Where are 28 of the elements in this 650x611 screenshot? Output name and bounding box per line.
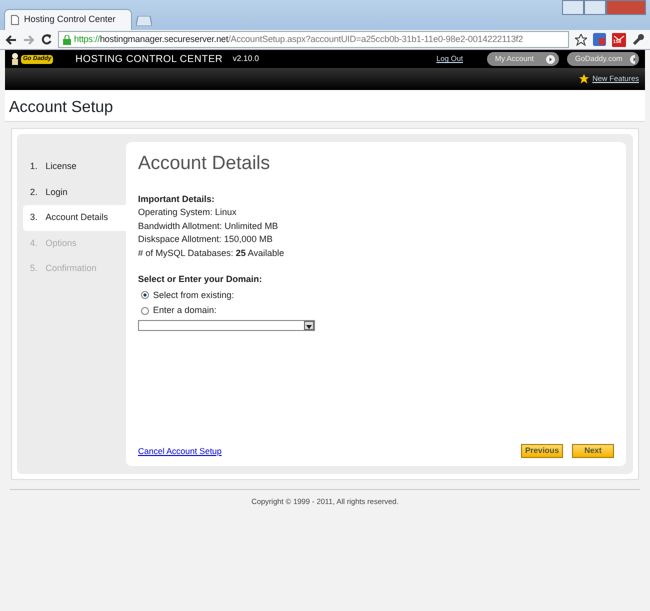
browser-tab[interactable]: Hosting Control Center xyxy=(4,9,132,30)
step-label: Confirmation xyxy=(46,262,97,275)
radio-label: Select from existing: xyxy=(153,288,234,302)
radio-label: Enter a domain: xyxy=(153,304,217,317)
detail-line: # of MySQL Databases: 25 Available xyxy=(138,246,286,260)
address-bar[interactable]: https://hostingmanager.secureserver.net/AccountSetup.aspx?accountUID=a25ccb0b-31b1-11e0-98e2-0014222113f2 xyxy=(58,31,569,48)
detail-line: Diskspace Allotment: 150,000 MB xyxy=(138,233,274,246)
cancel-link[interactable]: Cancel Account Setup xyxy=(138,444,222,458)
detail-line: Bandwidth Allotment: Unlimited MB xyxy=(138,220,280,232)
current-step-label: Account Details xyxy=(46,211,108,224)
domain-title: Select or Enter your Domain: xyxy=(138,273,264,286)
step-number: 5. xyxy=(30,262,38,275)
step-number: 4. xyxy=(30,236,38,250)
step-number: 2. xyxy=(30,186,38,198)
step-number: 3. xyxy=(30,211,38,224)
product-title: HOSTING CONTROL CENTER xyxy=(75,52,223,66)
details-title: Important Details: xyxy=(138,192,216,206)
step-link[interactable]: Login xyxy=(46,186,68,199)
version-label: v2.10.0 xyxy=(232,53,259,65)
page-title: Account Setup xyxy=(9,99,114,116)
nav-button[interactable]: Previous xyxy=(521,444,563,458)
step-number: 1. xyxy=(30,160,38,173)
tab-title: Hosting Control Center xyxy=(24,13,116,26)
detail-line: Operating System: Linux xyxy=(138,206,238,219)
nav-button[interactable]: Next xyxy=(572,444,614,458)
step-link[interactable]: License xyxy=(46,160,77,174)
step-label: Options xyxy=(46,236,77,250)
section-heading: Account Details xyxy=(138,152,272,176)
